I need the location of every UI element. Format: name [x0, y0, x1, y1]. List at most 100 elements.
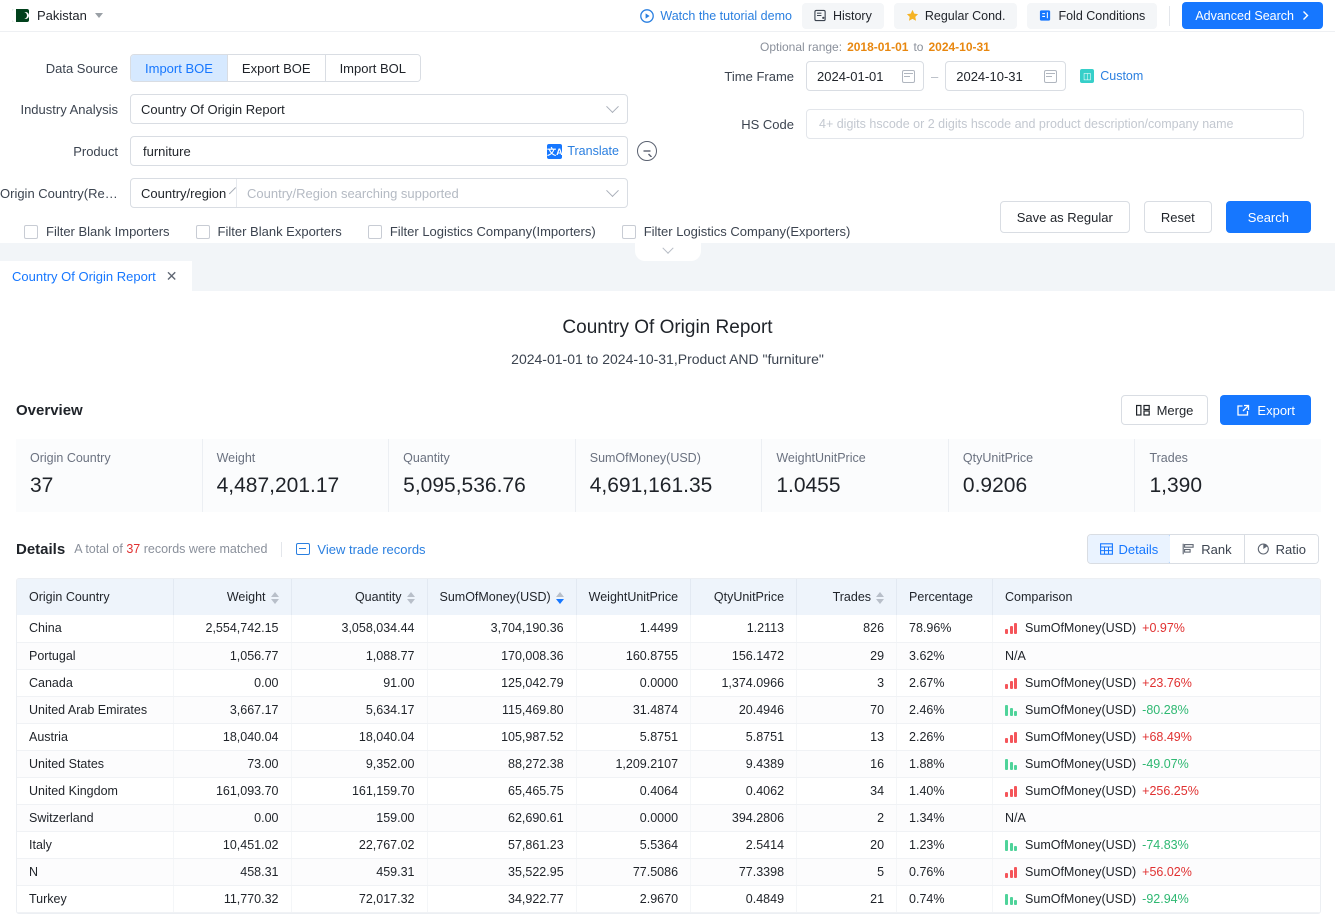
- hs-code-input-wrapper[interactable]: [806, 109, 1304, 139]
- history-button[interactable]: History: [801, 2, 884, 29]
- table-row[interactable]: Turkey 11,770.32 72,017.32 34,922.77 2.9670 0…: [17, 885, 1320, 913]
- comparison-value: SumOfMoney(USD) -92.94%: [1005, 892, 1308, 906]
- cell-qty-unit-price: 2.5414: [690, 831, 798, 859]
- col-sum-of-money[interactable]: SumOfMoney(USD): [427, 579, 577, 615]
- filter-blank-exporters-label: Filter Blank Exporters: [217, 224, 342, 239]
- industry-analysis-select[interactable]: Country Of Origin Report: [130, 94, 628, 124]
- translate-button[interactable]: 文A Translate: [547, 143, 619, 159]
- table-row[interactable]: Switzerland 0.00 159.00 62,690.61 0.0000 394.…: [17, 804, 1320, 832]
- trend-up-icon: [1005, 731, 1019, 743]
- regular-conditions-button[interactable]: Regular Cond.: [893, 2, 1018, 29]
- col-origin-country: Origin Country: [17, 579, 174, 615]
- filter-blank-importers-checkbox[interactable]: Filter Blank Importers: [24, 224, 170, 239]
- data-source-import-boe[interactable]: Import BOE: [131, 55, 228, 81]
- date-to-input[interactable]: 2024-10-31: [945, 61, 1067, 91]
- sort-icon[interactable]: [876, 591, 885, 604]
- trend-down-icon: [1005, 893, 1019, 905]
- merge-icon: [1135, 404, 1150, 416]
- merge-button[interactable]: Merge: [1120, 395, 1209, 425]
- advanced-search-button[interactable]: Advanced Search: [1182, 2, 1323, 29]
- chevron-down-icon: [606, 183, 619, 197]
- mode-rank[interactable]: Rank: [1170, 535, 1245, 563]
- hs-code-input[interactable]: [817, 116, 1293, 132]
- origin-country-type-select[interactable]: Country/region: [131, 179, 237, 207]
- cell-trades: 3: [796, 669, 898, 697]
- origin-country-search-input[interactable]: Country/Region searching supported: [237, 179, 627, 207]
- comparison-value: SumOfMoney(USD) -49.07%: [1005, 757, 1308, 771]
- stat-label: Origin Country: [30, 451, 111, 465]
- mode-ratio[interactable]: Ratio: [1244, 535, 1318, 563]
- table-row[interactable]: United Kingdom 161,093.70 161,159.70 65,465…: [17, 777, 1320, 805]
- cell-trades: 13: [796, 723, 898, 751]
- chevron-down-icon: [661, 242, 674, 254]
- reset-button[interactable]: Reset: [1143, 201, 1212, 233]
- pakistan-flag-icon: [12, 9, 29, 22]
- table-row[interactable]: Italy 10,451.02 22,767.02 57,861.23 5.5364 2.…: [17, 831, 1320, 859]
- mode-details[interactable]: Details: [1087, 535, 1172, 563]
- cell-sum-of-money: 35,522.95: [427, 858, 577, 886]
- view-trade-records-label: View trade records: [317, 541, 426, 557]
- custom-range-button[interactable]: ◫ Custom: [1080, 69, 1143, 83]
- table-row[interactable]: United Arab Emirates 3,667.17 5,634.17 115,…: [17, 696, 1320, 724]
- cell-comparison: N/A: [992, 642, 1320, 670]
- product-input-wrapper[interactable]: 文A Translate: [130, 136, 628, 166]
- close-icon[interactable]: ✕: [166, 269, 178, 283]
- data-source-import-bol[interactable]: Import BOL: [325, 55, 421, 81]
- filter-logistics-importers-checkbox[interactable]: Filter Logistics Company(Importers): [367, 224, 596, 239]
- search-panel: Data Source Import BOE Export BOE Import…: [0, 32, 1335, 243]
- report-body: Country Of Origin Report 2024-01-01 to 2…: [0, 291, 1335, 914]
- col-weight[interactable]: Weight: [173, 579, 292, 615]
- cell-quantity: 161,159.70: [291, 777, 428, 805]
- export-button[interactable]: Export: [1220, 395, 1311, 425]
- data-source-export-boe[interactable]: Export BOE: [227, 55, 326, 81]
- cell-comparison: SumOfMoney(USD) +23.76%: [992, 669, 1320, 697]
- chevron-down-icon: [606, 99, 619, 113]
- save-as-regular-button[interactable]: Save as Regular: [999, 201, 1130, 233]
- origin-country-combo[interactable]: Country/region Country/Region searching …: [130, 178, 628, 208]
- view-mode-switcher[interactable]: Details Rank Ratio: [1086, 534, 1319, 564]
- col-trades[interactable]: Trades: [796, 579, 898, 615]
- stat-label: Trades: [1149, 451, 1188, 465]
- comparison-metric-label: SumOfMoney(USD): [1025, 756, 1137, 771]
- product-help-button[interactable]: [637, 141, 657, 161]
- country-selector[interactable]: Pakistan: [12, 8, 103, 23]
- filter-blank-exporters-checkbox[interactable]: Filter Blank Exporters: [195, 224, 342, 239]
- stat-label: QtyUnitPrice: [962, 451, 1034, 465]
- table-row[interactable]: Portugal 1,056.77 1,088.77 170,008.36 160.87…: [17, 642, 1320, 670]
- date-from-input[interactable]: 2024-01-01: [806, 61, 924, 91]
- view-trade-records-link[interactable]: View trade records: [296, 541, 426, 557]
- cell-percentage: 2.67%: [896, 669, 994, 697]
- col-quantity[interactable]: Quantity: [291, 579, 428, 615]
- calendar-icon: [1044, 69, 1058, 83]
- table-row[interactable]: United States 73.00 9,352.00 88,272.38 1,209…: [17, 750, 1320, 778]
- cell-qty-unit-price: 0.4062: [690, 777, 798, 805]
- cell-weight: 10,451.02: [173, 831, 292, 859]
- sort-icon[interactable]: [406, 591, 415, 604]
- table-row[interactable]: China 2,554,742.15 3,058,034.44 3,704,190.3…: [17, 615, 1320, 643]
- data-source-segmented[interactable]: Import BOE Export BOE Import BOL: [130, 54, 422, 82]
- mode-ratio-label: Ratio: [1275, 541, 1306, 557]
- sort-icon[interactable]: [270, 591, 279, 604]
- cell-sum-of-money: 57,861.23: [427, 831, 577, 859]
- cell-trades: 34: [796, 777, 898, 805]
- watch-tutorial-link[interactable]: Watch the tutorial demo: [640, 9, 792, 23]
- export-label: Export: [1257, 402, 1295, 418]
- fold-conditions-button[interactable]: Fold Conditions: [1027, 2, 1158, 29]
- sort-icon[interactable]: [555, 591, 564, 604]
- table-row[interactable]: Austria 18,040.04 18,040.04 105,987.52 5.875…: [17, 723, 1320, 751]
- cell-weight: 0.00: [173, 804, 292, 832]
- collapse-panel-toggle[interactable]: [634, 241, 701, 261]
- cell-sum-of-money: 88,272.38: [427, 750, 577, 778]
- cell-weight: 1,056.77: [173, 642, 292, 670]
- tab-country-of-origin-report[interactable]: Country Of Origin Report ✕: [0, 261, 192, 291]
- comparison-value: SumOfMoney(USD) +56.02%: [1005, 865, 1308, 879]
- table-row[interactable]: Canada 0.00 91.00 125,042.79 0.0000 1,374.096…: [17, 669, 1320, 697]
- origin-country-type-value: Country/region: [141, 185, 227, 201]
- filter-logistics-exporters-checkbox[interactable]: Filter Logistics Company(Exporters): [621, 224, 850, 239]
- table-row[interactable]: N 458.31 459.31 35,522.95 77.5086 77.3398 5 0.7…: [17, 858, 1320, 886]
- cell-comparison: SumOfMoney(USD) +56.02%: [992, 858, 1320, 886]
- product-row: Product 文A Translate: [0, 136, 718, 166]
- calendar-icon: [902, 69, 915, 83]
- search-button[interactable]: Search: [1225, 201, 1311, 233]
- product-input[interactable]: [141, 142, 548, 160]
